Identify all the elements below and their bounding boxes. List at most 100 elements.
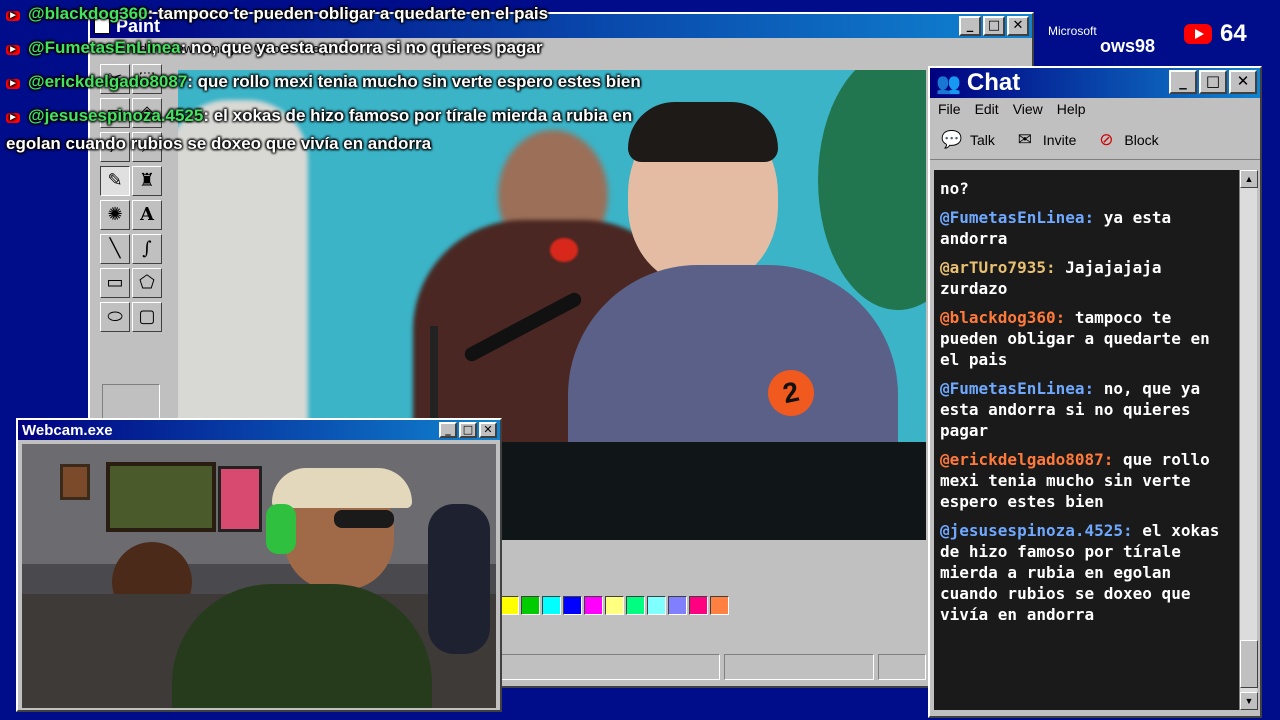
chat-title: Chat bbox=[966, 69, 1021, 96]
ellipse-tool[interactable]: ⬭ bbox=[100, 302, 130, 332]
color-swatch[interactable] bbox=[605, 596, 624, 615]
text-tool[interactable]: A bbox=[132, 200, 162, 230]
chat-titlebar[interactable]: 👥 Chat _ □ ✕ bbox=[930, 68, 1260, 98]
menu-file[interactable]: File bbox=[938, 101, 961, 117]
chat-toolbar: 💬 Talk ✉ Invite ⊘ Block bbox=[930, 120, 1260, 160]
status-cell bbox=[724, 654, 874, 680]
chat-message: @FumetasEnLinea: ya esta andorra bbox=[940, 207, 1234, 249]
chat-window: 👥 Chat _ □ ✕ File Edit View Help 💬 Talk … bbox=[928, 66, 1262, 718]
close-button[interactable]: ✕ bbox=[479, 422, 497, 438]
pencil-tool[interactable]: ✎ bbox=[100, 166, 130, 196]
polygon-tool[interactable]: ⬠ bbox=[132, 268, 162, 298]
menu-edit[interactable]: Edit bbox=[975, 101, 999, 117]
talk-button[interactable]: 💬 Talk bbox=[940, 129, 995, 151]
close-button[interactable]: ✕ bbox=[1229, 70, 1257, 94]
block-icon: ⊘ bbox=[1099, 129, 1114, 149]
overlay-message-wrap: egolan cuando rubios se doxeo que vivía … bbox=[6, 134, 432, 153]
person-main-hair bbox=[628, 102, 778, 162]
chat-message: @jesusespinoza.4525: el xokas de hizo fa… bbox=[940, 520, 1234, 625]
chat-messages[interactable]: no? @FumetasEnLinea: ya esta andorra @arTU… bbox=[934, 170, 1240, 710]
brush-tool[interactable]: ♜ bbox=[132, 166, 162, 196]
wall-frame bbox=[60, 464, 90, 500]
talk-icon: 💬 bbox=[941, 129, 963, 149]
youtube-icon: ▶ bbox=[6, 113, 20, 123]
wall-poster bbox=[218, 466, 262, 532]
invite-icon: ✉ bbox=[1017, 129, 1033, 149]
curve-tool[interactable]: ∫ bbox=[132, 234, 162, 264]
color-swatch[interactable] bbox=[647, 596, 666, 615]
maximize-button[interactable]: □ bbox=[983, 16, 1005, 36]
webcam-window: Webcam.exe _ □ ✕ bbox=[16, 418, 502, 712]
chat-username[interactable]: @FumetasEnLinea: bbox=[940, 379, 1094, 398]
color-swatch[interactable] bbox=[626, 596, 645, 615]
maximize-button[interactable]: □ bbox=[1199, 70, 1227, 94]
youtube-icon: ▶ bbox=[6, 79, 20, 89]
color-swatch[interactable] bbox=[563, 596, 582, 615]
webcam-title: Webcam.exe bbox=[22, 421, 113, 439]
chat-username[interactable]: @FumetasEnLinea: bbox=[940, 208, 1094, 227]
chat-username[interactable]: @jesusespinoza.4525: bbox=[940, 521, 1133, 540]
studio-microphone bbox=[428, 504, 490, 654]
overlay-message: ▶ @jesusespinoza.4525: el xokas de hizo f… bbox=[6, 106, 632, 126]
menu-view[interactable]: View bbox=[1013, 101, 1043, 117]
sunglasses bbox=[334, 510, 394, 528]
block-button[interactable]: ⊘ Block bbox=[1094, 129, 1158, 151]
maximize-button[interactable]: □ bbox=[459, 422, 477, 438]
green-headphones bbox=[266, 504, 296, 554]
chat-username[interactable]: @blackdog360: bbox=[940, 308, 1065, 327]
chat-scrollbar[interactable]: ▲ ▼ bbox=[1239, 170, 1258, 710]
windows98-logo: ows98 bbox=[1100, 36, 1156, 56]
webcam-feed bbox=[22, 444, 496, 708]
color-swatch[interactable] bbox=[500, 596, 519, 615]
overlay-message: ▶ @FumetasEnLinea: no, que ya esta andorr… bbox=[6, 38, 542, 58]
minimize-button[interactable]: _ bbox=[959, 16, 981, 36]
people-icon: 👥 bbox=[936, 72, 961, 95]
rounded-rect-tool[interactable]: ▢ bbox=[132, 302, 162, 332]
viewer-count-number: 64 bbox=[1220, 20, 1247, 47]
status-cell bbox=[500, 654, 720, 680]
color-swatch[interactable] bbox=[521, 596, 540, 615]
number-badge bbox=[550, 238, 578, 262]
chat-menubar: File Edit View Help bbox=[930, 98, 1260, 120]
color-swatch[interactable] bbox=[689, 596, 708, 615]
chat-username[interactable]: @erickdelgado8087: bbox=[940, 450, 1113, 469]
menu-help[interactable]: Help bbox=[1057, 101, 1086, 117]
chat-username[interactable]: @arTUro7935: bbox=[940, 258, 1056, 277]
color-swatch[interactable] bbox=[542, 596, 561, 615]
scroll-up-button[interactable]: ▲ bbox=[1240, 170, 1258, 188]
youtube-icon: ▶ bbox=[6, 11, 20, 21]
webcam-titlebar[interactable]: Webcam.exe _ □ ✕ bbox=[18, 420, 500, 440]
invite-button[interactable]: ✉ Invite bbox=[1013, 129, 1077, 151]
chat-message: no? bbox=[940, 178, 1234, 199]
scroll-down-button[interactable]: ▼ bbox=[1240, 692, 1258, 710]
chat-message: @blackdog360: tampoco te pueden obligar … bbox=[940, 307, 1234, 370]
color-swatch[interactable] bbox=[668, 596, 687, 615]
mic-stand bbox=[430, 326, 438, 426]
status-cell bbox=[878, 654, 926, 680]
minimize-button[interactable]: _ bbox=[1169, 70, 1197, 94]
airbrush-tool[interactable]: ✺ bbox=[100, 200, 130, 230]
background-plant bbox=[818, 70, 926, 310]
overlay-message: ▶ @blackdog360: tampoco te pueden obligar… bbox=[6, 4, 548, 24]
line-tool[interactable]: ╲ bbox=[100, 234, 130, 264]
minimize-button[interactable]: _ bbox=[439, 422, 457, 438]
streamer-cap bbox=[272, 468, 412, 508]
scroll-thumb[interactable] bbox=[1240, 640, 1258, 688]
chat-message: @erickdelgado8087: que rollo mexi tenia … bbox=[940, 449, 1234, 512]
chat-message: @FumetasEnLinea: no, que ya esta andorra… bbox=[940, 378, 1234, 441]
rectangle-tool[interactable]: ▭ bbox=[100, 268, 130, 298]
color-swatch[interactable] bbox=[584, 596, 603, 615]
youtube-icon: ▶ bbox=[6, 45, 20, 55]
close-button[interactable]: ✕ bbox=[1007, 16, 1029, 36]
paint-statusbar bbox=[500, 654, 930, 680]
invite-label: Invite bbox=[1042, 131, 1077, 148]
overlay-message: ▶ @erickdelgado8087: que rollo mexi tenia… bbox=[6, 72, 641, 92]
viewer-count: 64 bbox=[1184, 20, 1247, 48]
microsoft-logo: Microsoft bbox=[1048, 24, 1097, 38]
block-label: Block bbox=[1124, 131, 1159, 148]
color-palette bbox=[500, 596, 729, 615]
chat-message: @arTUro7935: Jajajajaja zurdazo bbox=[940, 257, 1234, 299]
color-swatch[interactable] bbox=[710, 596, 729, 615]
youtube-icon bbox=[1184, 24, 1212, 44]
talk-label: Talk bbox=[970, 131, 995, 148]
